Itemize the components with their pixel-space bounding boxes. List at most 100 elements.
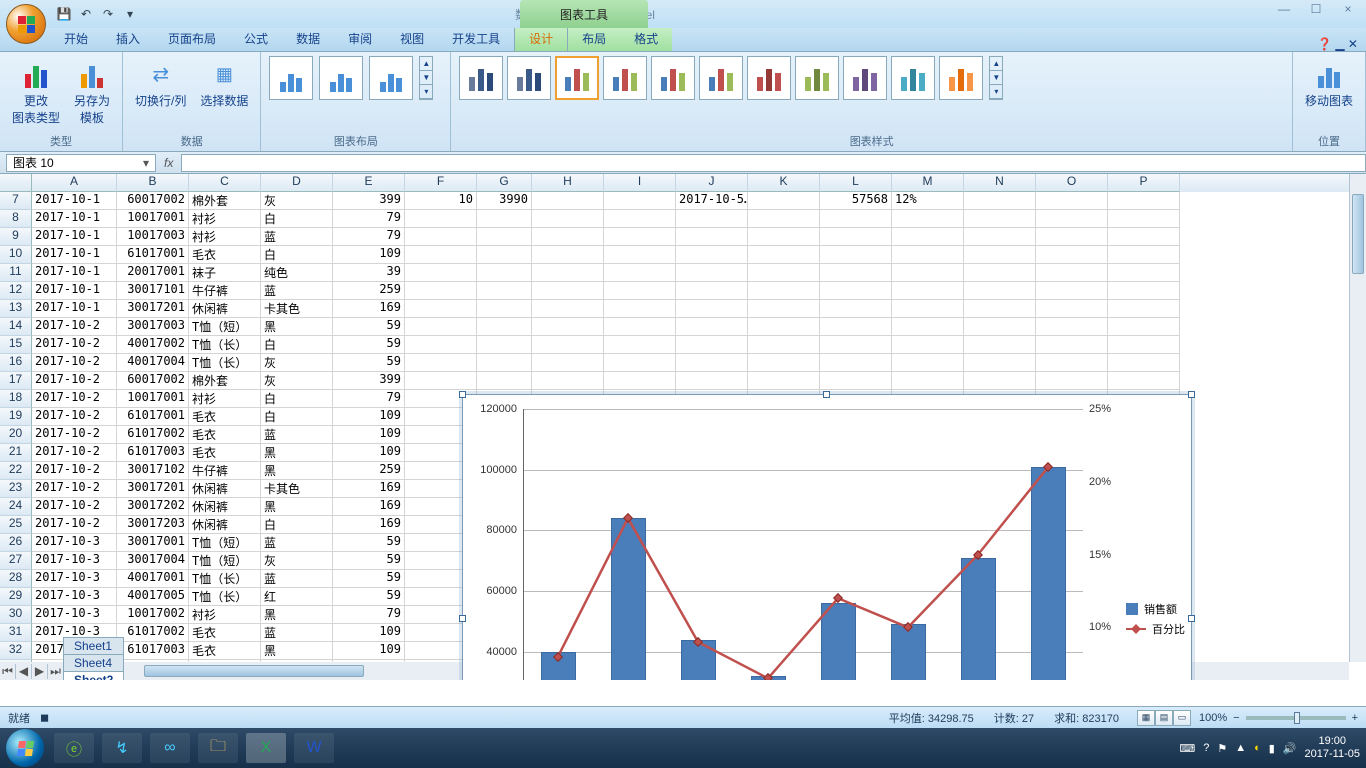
cell[interactable]	[676, 318, 748, 336]
cell[interactable]: 棉外套	[189, 372, 261, 390]
cell[interactable]	[820, 372, 892, 390]
cell[interactable]: 黑	[261, 318, 333, 336]
cell[interactable]: 毛衣	[189, 246, 261, 264]
cell[interactable]	[964, 372, 1036, 390]
cell[interactable]: 61017002	[117, 624, 189, 642]
cell[interactable]	[964, 318, 1036, 336]
cell[interactable]	[604, 192, 676, 210]
row-header[interactable]: 24	[0, 498, 32, 516]
cell[interactable]	[748, 354, 820, 372]
cell[interactable]: 黑	[261, 498, 333, 516]
cell[interactable]	[676, 228, 748, 246]
cell[interactable]: 30017102	[117, 462, 189, 480]
cell[interactable]	[748, 336, 820, 354]
cell[interactable]: 2017-10-1	[32, 192, 117, 210]
ribbon-tab-1[interactable]: 插入	[102, 26, 154, 51]
cell[interactable]: 2017-10-2	[32, 318, 117, 336]
cell[interactable]	[676, 264, 748, 282]
cell[interactable]: 衬衫	[189, 390, 261, 408]
cell[interactable]	[604, 282, 676, 300]
row-header[interactable]: 21	[0, 444, 32, 462]
cell[interactable]	[676, 282, 748, 300]
cell[interactable]	[532, 372, 604, 390]
cell[interactable]: 169	[333, 300, 405, 318]
taskbar-word-icon[interactable]: W	[294, 733, 334, 763]
column-header[interactable]: N	[964, 174, 1036, 192]
cell[interactable]	[964, 336, 1036, 354]
cell[interactable]	[405, 282, 477, 300]
fx-icon[interactable]: fx	[164, 156, 173, 170]
ribbon-tab-2[interactable]: 页面布局	[154, 26, 230, 51]
zoom-slider[interactable]	[1246, 716, 1346, 720]
cell[interactable]	[1108, 264, 1180, 282]
cell[interactable]	[1036, 192, 1108, 210]
row-header[interactable]: 13	[0, 300, 32, 318]
chart-style-thumb[interactable]	[651, 56, 695, 100]
cell[interactable]	[820, 282, 892, 300]
cell[interactable]	[748, 264, 820, 282]
cell[interactable]: 2017-10-2	[32, 498, 117, 516]
cell[interactable]: T恤（长）	[189, 354, 261, 372]
cell[interactable]	[604, 336, 676, 354]
cell[interactable]: 黑	[261, 462, 333, 480]
row-header[interactable]: 15	[0, 336, 32, 354]
cell[interactable]: 蓝	[261, 282, 333, 300]
cell[interactable]: 黑	[261, 444, 333, 462]
cell[interactable]: 灰	[261, 372, 333, 390]
cell[interactable]: 毛衣	[189, 624, 261, 642]
cell[interactable]: 毛衣	[189, 444, 261, 462]
zoom-out-button[interactable]: −	[1233, 712, 1239, 724]
save-as-template-button[interactable]: 另存为 模板	[70, 56, 114, 128]
cell[interactable]: 30017101	[117, 282, 189, 300]
cell[interactable]	[405, 318, 477, 336]
vertical-scrollbar[interactable]	[1349, 174, 1366, 662]
qat-dropdown-icon[interactable]: ▾	[121, 5, 139, 23]
chart-resize-handle[interactable]	[459, 615, 466, 622]
cell[interactable]: 2017-10-2	[32, 372, 117, 390]
cell[interactable]	[820, 264, 892, 282]
cell[interactable]: 纯色	[261, 264, 333, 282]
row-header[interactable]: 20	[0, 426, 32, 444]
cell[interactable]	[477, 210, 532, 228]
select-all-corner[interactable]	[0, 174, 32, 192]
cell[interactable]	[892, 282, 964, 300]
row-header[interactable]: 11	[0, 264, 32, 282]
cell[interactable]: 2017-10-1	[32, 282, 117, 300]
cell[interactable]	[964, 300, 1036, 318]
cell[interactable]: 衬衫	[189, 228, 261, 246]
cell[interactable]: 399	[333, 192, 405, 210]
cell[interactable]	[532, 210, 604, 228]
cell[interactable]: 40017001	[117, 570, 189, 588]
cell[interactable]: 30017001	[117, 534, 189, 552]
cell[interactable]: 白	[261, 336, 333, 354]
cell[interactable]: 57568	[820, 192, 892, 210]
cell[interactable]: 白	[261, 516, 333, 534]
layout-gallery-scroll[interactable]: ▲▼▾	[419, 56, 433, 100]
cell[interactable]	[1036, 246, 1108, 264]
cell[interactable]: 黑	[261, 606, 333, 624]
cell[interactable]: 30017202	[117, 498, 189, 516]
cell[interactable]: 40017004	[117, 354, 189, 372]
cell[interactable]	[1036, 210, 1108, 228]
cell[interactable]: 休闲裤	[189, 498, 261, 516]
switch-row-column-button[interactable]: ⇄ 切换行/列	[131, 56, 190, 111]
cell[interactable]	[477, 318, 532, 336]
cell[interactable]	[748, 228, 820, 246]
chart-style-thumb[interactable]	[795, 56, 839, 100]
cell[interactable]: T恤（短）	[189, 318, 261, 336]
cell[interactable]: 牛仔裤	[189, 462, 261, 480]
cell[interactable]: 黑	[261, 642, 333, 660]
cell[interactable]	[532, 282, 604, 300]
cell[interactable]	[532, 300, 604, 318]
cell[interactable]	[532, 354, 604, 372]
cell[interactable]	[1108, 318, 1180, 336]
close-button[interactable]: ×	[1336, 2, 1360, 16]
row-header[interactable]: 25	[0, 516, 32, 534]
chart-style-thumb[interactable]	[747, 56, 791, 100]
cell[interactable]: 2017-10-2	[32, 462, 117, 480]
cell[interactable]	[676, 372, 748, 390]
cell[interactable]: 40017002	[117, 336, 189, 354]
cell[interactable]: 蓝	[261, 426, 333, 444]
cell[interactable]	[748, 282, 820, 300]
tray-help-icon[interactable]: ?	[1203, 742, 1209, 754]
